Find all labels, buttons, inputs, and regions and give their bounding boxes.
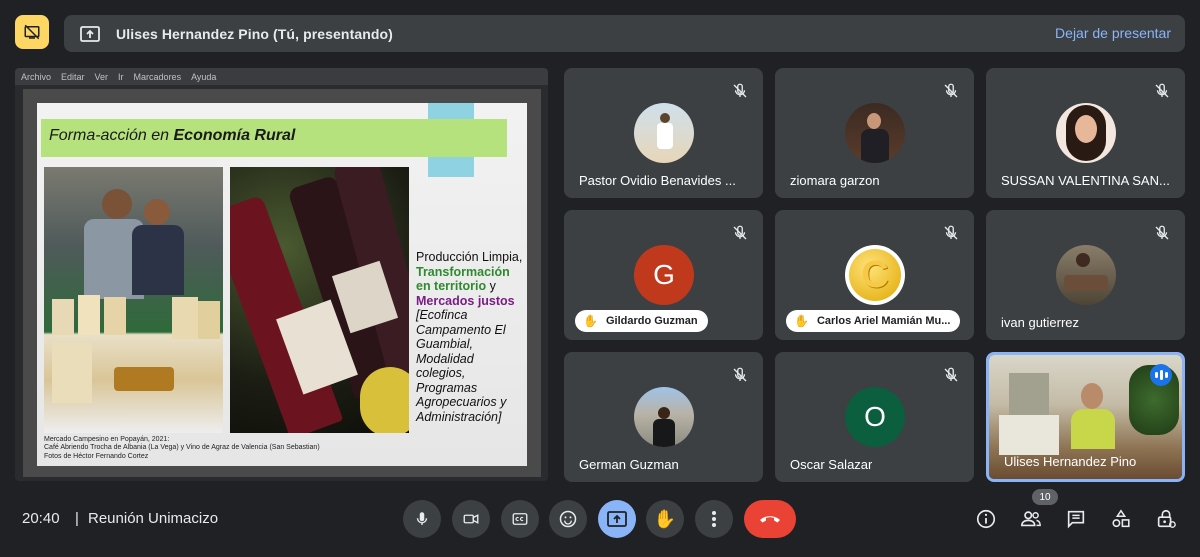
stop-presenting-button[interactable]: Dejar de presentar — [1055, 25, 1171, 41]
raised-hand-badge: ✋ Carlos Ariel Mamián Mu... — [786, 310, 961, 332]
activities-button[interactable] — [1108, 506, 1134, 532]
mic-off-icon — [733, 367, 747, 382]
menu-ir[interactable]: Ir — [118, 72, 124, 82]
menu-ver[interactable]: Ver — [95, 72, 109, 82]
mic-off-icon — [1155, 225, 1169, 240]
shared-screen: Archivo Editar Ver Ir Marcadores Ayuda F… — [15, 68, 548, 481]
mic-off-icon — [944, 225, 958, 240]
emoji-button[interactable] — [549, 500, 587, 538]
activities-icon — [1112, 509, 1130, 528]
raise-hand-button[interactable]: ✋ — [646, 500, 684, 538]
mic-off-icon — [944, 83, 958, 98]
presenting-banner: Ulises Hernandez Pino (Tú, presentando) … — [64, 15, 1185, 52]
mic-off-icon — [944, 367, 958, 382]
speaking-indicator — [1150, 364, 1172, 386]
raise-hand-icon: ✋ — [583, 314, 598, 328]
slide-caption: Mercado Campesino en Popayán, 2021: Café… — [44, 436, 320, 460]
participant-name: Gildardo Guzman — [605, 315, 698, 327]
separator: | — [75, 510, 79, 527]
present-screen-icon — [79, 25, 101, 43]
mic-off-icon — [733, 83, 747, 98]
no-present-icon — [24, 24, 40, 40]
mic-button[interactable] — [403, 500, 441, 538]
host-controls-icon — [1157, 509, 1176, 528]
chat-button[interactable] — [1063, 506, 1089, 532]
participant-tile[interactable]: ziomara garzon — [775, 68, 974, 198]
camera-icon — [463, 514, 479, 524]
menu-archivo[interactable]: Archivo — [21, 72, 51, 82]
avatar — [634, 103, 694, 163]
participant-count-badge: 10 — [1032, 489, 1058, 505]
host-controls-button[interactable] — [1153, 506, 1179, 532]
participant-name: Carlos Ariel Mamián Mu... — [816, 315, 951, 327]
participant-tile[interactable]: SUSSAN VALENTINA SAN... — [986, 68, 1185, 198]
participant-name: Oscar Salazar — [790, 457, 873, 472]
avatar: O — [845, 387, 905, 447]
participant-tile-self[interactable]: Ulises Hernandez Pino — [986, 352, 1185, 482]
raise-hand-icon: ✋ — [653, 508, 677, 529]
presenting-indicator[interactable] — [15, 15, 49, 49]
participant-name: German Guzman — [579, 457, 679, 472]
camera-button[interactable] — [452, 500, 490, 538]
present-screen-icon — [607, 511, 627, 527]
participant-name: ivan gutierrez — [1001, 315, 1080, 330]
captions-button[interactable] — [501, 500, 539, 538]
more-options-button[interactable] — [695, 500, 733, 538]
participant-name: ziomara garzon — [790, 173, 880, 188]
more-options-icon — [712, 511, 716, 527]
menu-editar[interactable]: Editar — [61, 72, 85, 82]
menu-marcadores[interactable]: Marcadores — [134, 72, 182, 82]
slide-frame: Forma-acción en Economía Rural Producció… — [23, 89, 541, 477]
participant-name: SUSSAN VALENTINA SAN... — [1001, 173, 1170, 188]
raised-hand-badge: ✋ Gildardo Guzman — [575, 310, 708, 332]
meeting-name: Reunión Unimacizo — [88, 510, 219, 527]
emoji-icon — [559, 510, 577, 528]
participant-tile[interactable]: G ✋ Gildardo Guzman — [564, 210, 763, 340]
presentation-slide: Forma-acción en Economía Rural Producció… — [37, 103, 527, 466]
participant-tile[interactable]: C ✋ Carlos Ariel Mamián Mu... — [775, 210, 974, 340]
participant-tile[interactable]: Pastor Ovidio Benavides ... — [564, 68, 763, 198]
market-photo — [44, 167, 223, 433]
info-button[interactable] — [973, 506, 999, 532]
wine-photo — [230, 167, 409, 433]
avatar — [1056, 245, 1116, 305]
banner-title: Ulises Hernandez Pino (Tú, presentando) — [116, 25, 393, 42]
chat-icon — [1067, 510, 1085, 529]
mic-off-icon — [1155, 83, 1169, 98]
slide-body-text: Producción Limpia, Transformación en ter… — [416, 250, 523, 424]
raise-hand-icon: ✋ — [794, 314, 809, 328]
browser-menubar: Archivo Editar Ver Ir Marcadores Ayuda — [15, 68, 548, 85]
end-call-button[interactable] — [744, 500, 796, 538]
avatar — [634, 387, 694, 447]
people-button[interactable] — [1018, 506, 1044, 532]
meeting-time: 20:40 — [22, 510, 60, 527]
mic-icon — [416, 512, 428, 525]
participant-tile[interactable]: O Oscar Salazar — [775, 352, 974, 482]
present-button[interactable] — [598, 500, 636, 538]
avatar — [845, 103, 905, 163]
info-icon — [976, 509, 996, 529]
slide-title: Forma-acción en Economía Rural — [49, 127, 296, 144]
people-icon — [1021, 511, 1041, 527]
participant-tile[interactable]: ivan gutierrez — [986, 210, 1185, 340]
menu-ayuda[interactable]: Ayuda — [191, 72, 216, 82]
captions-icon — [512, 513, 528, 525]
participant-name: Ulises Hernandez Pino — [1004, 454, 1137, 469]
avatar: G — [634, 245, 694, 305]
avatar — [1056, 103, 1116, 163]
end-call-icon — [760, 516, 780, 523]
participant-tile[interactable]: German Guzman — [564, 352, 763, 482]
participant-name: Pastor Ovidio Benavides ... — [579, 173, 736, 188]
mic-off-icon — [733, 225, 747, 240]
avatar: C — [845, 245, 905, 305]
